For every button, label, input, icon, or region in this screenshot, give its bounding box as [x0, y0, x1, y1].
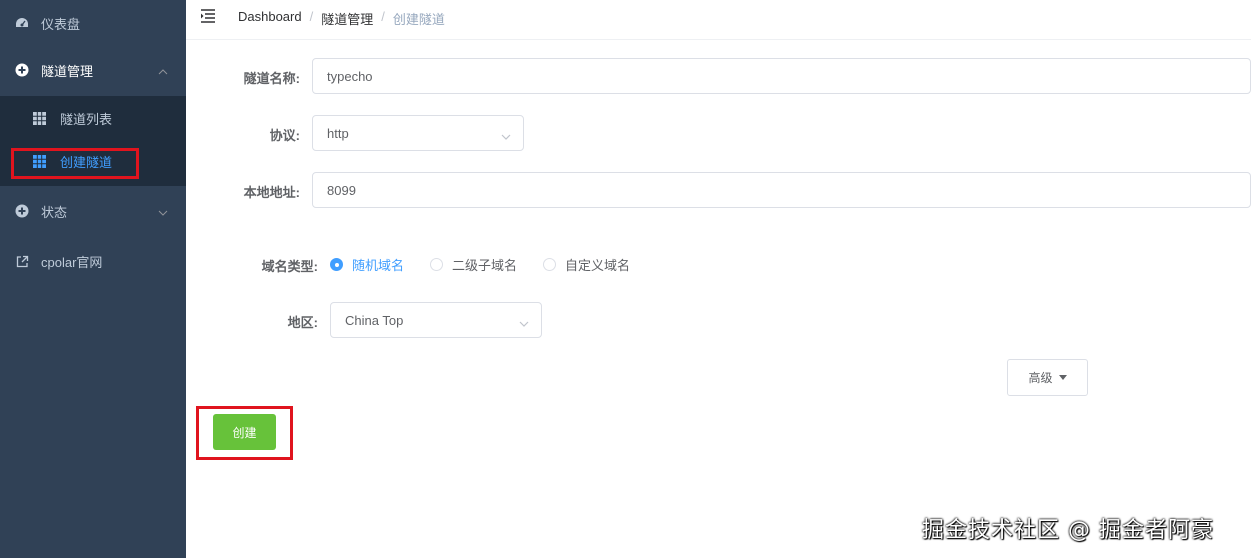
sidebar-item-label: 隧道列表 [60, 112, 113, 127]
sidebar-item-cpolar-site[interactable]: cpolar官网 [0, 238, 186, 284]
sidebar-item-label: 仪表盘 [41, 16, 81, 32]
create-button[interactable]: 创建 [213, 414, 276, 450]
breadcrumb-current: 创建隧道 [392, 12, 445, 27]
sidebar-item-label: 创建隧道 [60, 155, 113, 170]
sidebar: 仪表盘 隧道管理 隧道列表 创建隧道 状态 cpolar官网 [0, 0, 186, 558]
grid-icon [33, 155, 46, 168]
chevron-up-icon [158, 65, 168, 75]
region-label: 地区: [287, 315, 318, 330]
external-link-icon [15, 254, 29, 268]
radio-label: 二级子域名 [452, 258, 518, 273]
plus-circle-icon [15, 63, 29, 77]
sidebar-item-tunnel-management[interactable]: 隧道管理 [0, 47, 186, 93]
tunnel-name-label: 隧道名称: [243, 71, 300, 86]
radio-dot [330, 258, 343, 271]
breadcrumb-separator: / [381, 9, 385, 24]
region-select[interactable]: China Top [330, 302, 542, 338]
hamburger-menu-icon[interactable] [201, 9, 217, 23]
breadcrumb-dashboard[interactable]: Dashboard [238, 9, 302, 28]
sidebar-item-dashboard[interactable]: 仪表盘 [0, 0, 186, 46]
sidebar-item-label: cpolar官网 [41, 254, 103, 270]
chevron-down-icon [158, 206, 168, 216]
local-address-value: 8099 [327, 182, 356, 198]
plus-circle-icon [15, 204, 29, 218]
domain-type-label: 域名类型: [261, 259, 318, 274]
protocol-label: 协议: [269, 128, 300, 143]
sidebar-item-tunnel-list[interactable]: 隧道列表 [0, 96, 186, 141]
sidebar-item-label: 隧道管理 [41, 63, 94, 79]
sidebar-item-create-tunnel[interactable]: 创建隧道 [0, 139, 186, 184]
caret-down-icon [1058, 375, 1067, 380]
region-value: China Top [345, 312, 404, 328]
sidebar-item-label: 状态 [41, 204, 68, 220]
dashboard-icon [15, 16, 29, 30]
chevron-down-icon [519, 316, 529, 327]
radio-label: 自定义域名 [565, 258, 631, 273]
radio-random-domain[interactable]: 随机域名 [330, 255, 404, 274]
sidebar-item-status[interactable]: 状态 [0, 188, 186, 234]
tunnel-name-value: typecho [327, 68, 373, 84]
breadcrumb: Dashboard / 隧道管理 / 创建隧道 [238, 9, 445, 28]
topbar: Dashboard / 隧道管理 / 创建隧道 [186, 0, 1251, 40]
advanced-button[interactable]: 高级 [1007, 359, 1088, 396]
chevron-down-icon [501, 129, 511, 140]
breadcrumb-tunnel-management[interactable]: 隧道管理 [321, 9, 373, 28]
watermark: 掘金技术社区 @ 掘金者阿豪 [922, 518, 1214, 543]
radio-label: 随机域名 [352, 258, 405, 273]
tunnel-name-input[interactable]: typecho [312, 58, 1251, 94]
radio-subdomain[interactable]: 二级子域名 [430, 255, 517, 274]
local-address-label: 本地地址: [243, 185, 300, 200]
breadcrumb-separator: / [309, 9, 314, 24]
grid-icon [33, 112, 46, 125]
radio-dot [430, 258, 444, 271]
submenu: 隧道列表 创建隧道 [0, 96, 186, 186]
advanced-label: 高级 [1028, 371, 1053, 385]
protocol-value: http [327, 125, 349, 141]
protocol-select[interactable]: http [312, 115, 524, 151]
domain-type-radio-group: 随机域名 二级子域名 自定义域名 [330, 255, 656, 274]
local-address-input[interactable]: 8099 [312, 172, 1251, 208]
radio-dot [543, 258, 557, 271]
create-label: 创建 [232, 425, 257, 440]
radio-custom-domain[interactable]: 自定义域名 [543, 255, 630, 274]
